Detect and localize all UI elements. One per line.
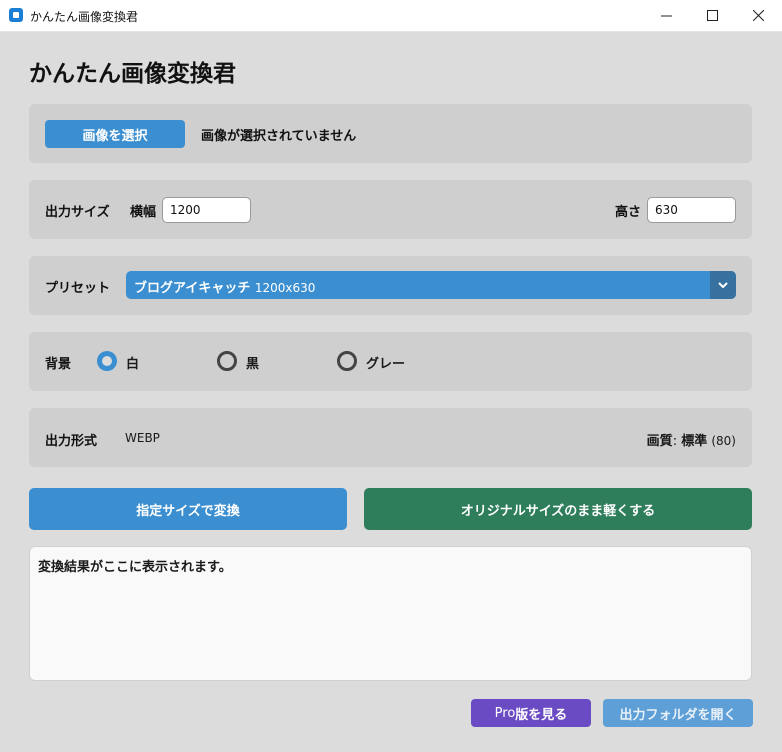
close-icon [752,10,764,21]
select-image-button[interactable]: 画像を選択 [45,120,185,148]
format-label: 出力形式 [45,434,98,449]
radio-white-label[interactable]: 白 [126,353,139,372]
quality-value: 標準 [681,434,708,449]
preset-dropdown[interactable]: ブログアイキャッチ 1200x630 [126,271,736,299]
title-bar: かんたん画像変換君 [0,0,782,32]
size-panel: 出力サイズ 横幅 1200 高さ 630 [29,180,752,239]
radio-gray-label[interactable]: グレー [366,353,405,372]
format-value: WEBP [125,431,160,445]
preset-selected-name: ブログアイキャッチ [134,281,251,296]
format-panel: 出力形式 WEBP 画質: 標準 (80) [29,408,752,467]
chevron-down-icon [718,282,728,288]
preset-selected-size: 1200x630 [254,281,316,295]
preset-label: プリセット [45,281,111,296]
width-input[interactable]: 1200 [162,197,251,223]
pro-button-suffix: 版を見る [515,707,568,723]
window-title: かんたん画像変換君 [30,10,139,24]
open-folder-button[interactable]: 出力フォルダを開く [603,699,753,727]
close-button[interactable] [735,0,781,31]
app-icon [9,8,23,22]
convert-button[interactable]: 指定サイズで変換 [29,488,347,530]
preset-selected: ブログアイキャッチ 1200x630 [134,277,315,296]
maximize-icon [706,10,718,21]
quality-label: 画質 [646,434,673,449]
preset-panel: プリセット ブログアイキャッチ 1200x630 [29,256,752,315]
minimize-button[interactable] [643,0,689,31]
compress-button[interactable]: オリジナルサイズのまま軽くする [364,488,752,530]
result-text: 変換結果がここに表示されます。 [38,560,232,575]
page-title: かんたん画像変換君 [29,61,236,87]
width-label: 横幅 [130,205,157,220]
quality-info: 画質: 標準 (80) [646,434,736,449]
pro-button[interactable]: Pro 版を見る [471,699,591,727]
radio-gray[interactable] [337,351,357,371]
pro-button-prefix: Pro [494,705,516,721]
result-area[interactable]: 変換結果がここに表示されます。 [29,546,752,681]
height-input[interactable]: 630 [647,197,736,223]
radio-black[interactable] [217,351,237,371]
quality-number: (80) [711,434,736,448]
background-label: 背景 [45,357,72,372]
file-status: 画像が選択されていません [201,129,357,144]
file-panel: 画像を選択 画像が選択されていません [29,104,752,163]
radio-black-label[interactable]: 黒 [246,353,259,372]
minimize-icon [660,15,672,17]
dropdown-arrow-button[interactable] [710,271,736,299]
background-panel: 背景 白 黒 グレー [29,332,752,391]
height-label: 高さ [615,205,642,220]
maximize-button[interactable] [689,0,735,31]
radio-white[interactable] [97,351,117,371]
size-label: 出力サイズ [45,205,110,220]
